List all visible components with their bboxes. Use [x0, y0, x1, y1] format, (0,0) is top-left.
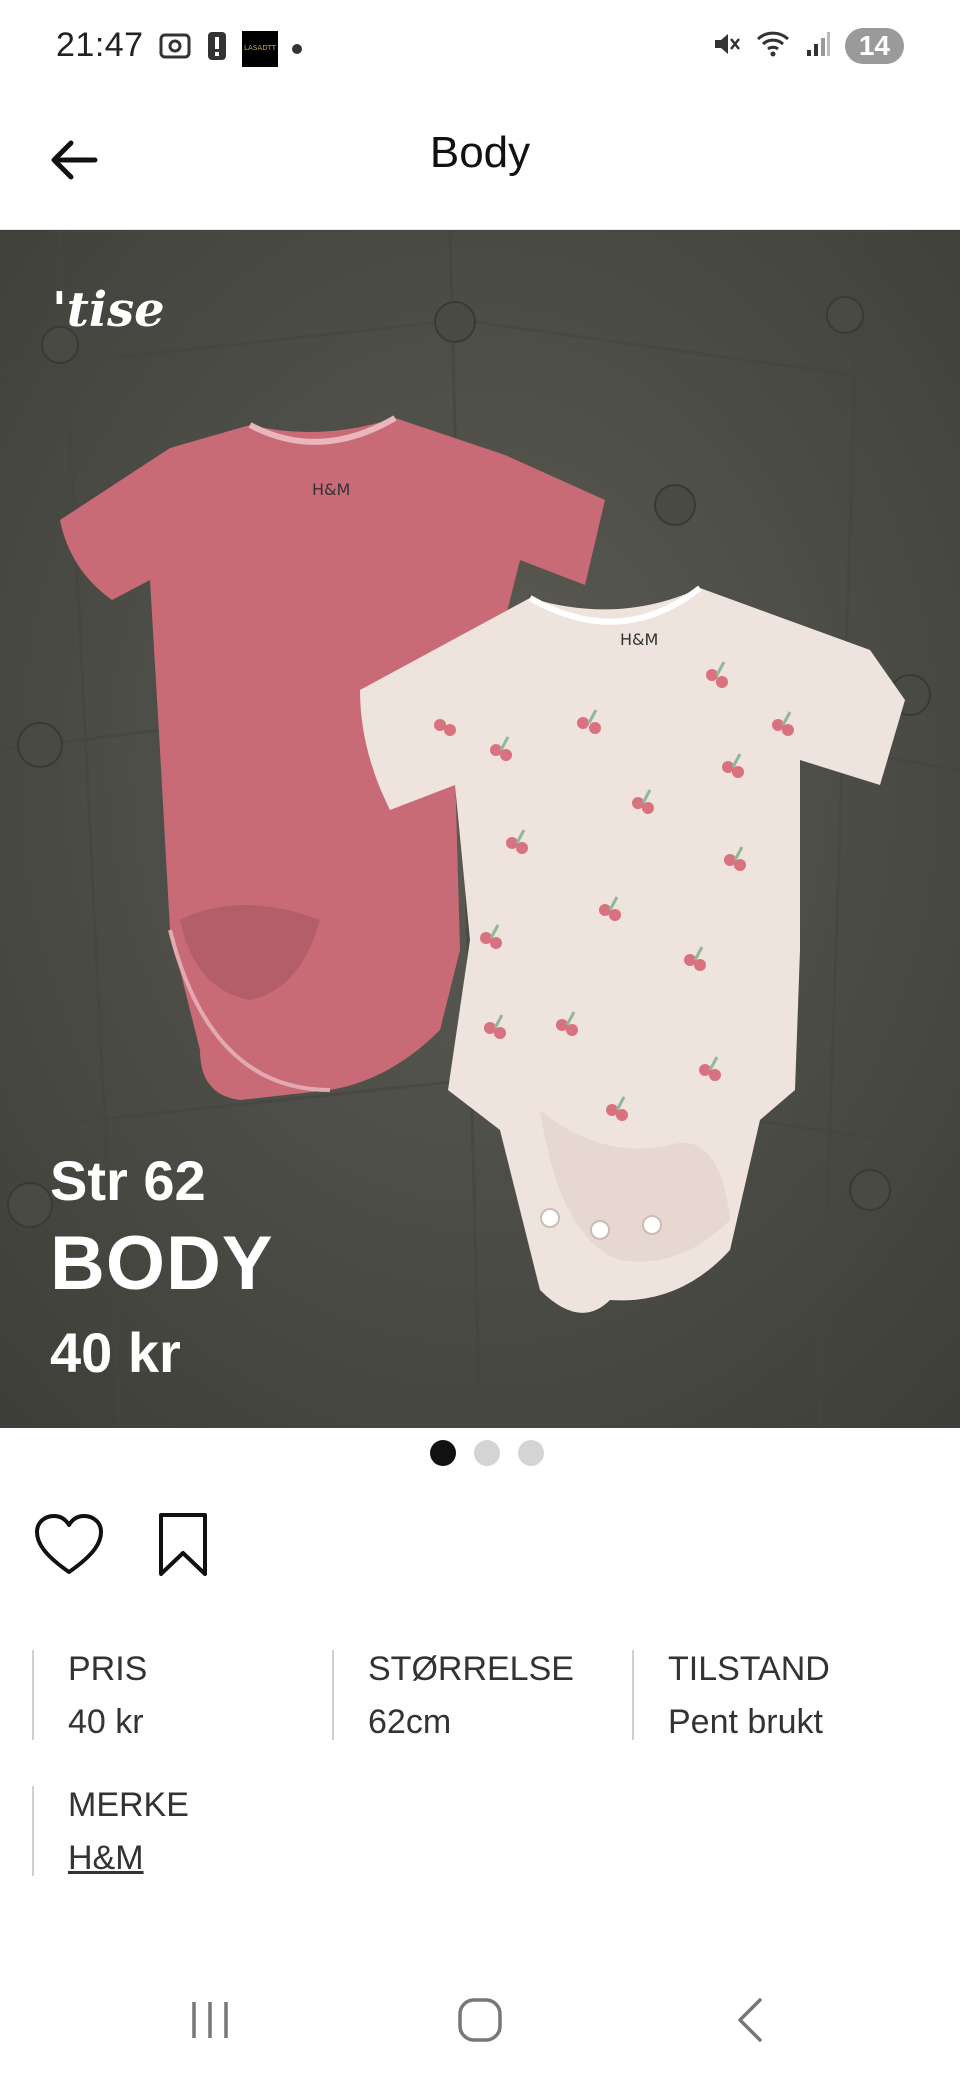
- product-attributes: PRIS 40 kr STØRRELSE 62cm TILSTAND Pent …: [32, 1650, 932, 1922]
- app-icon: LASADTT: [242, 30, 278, 67]
- attribute-value: Pent brukt: [668, 1703, 823, 1741]
- attribute-label: TILSTAND: [668, 1650, 830, 1688]
- heart-icon: [35, 1514, 103, 1574]
- status-left-icons: LASADTT: [158, 30, 302, 67]
- dot-icon: [292, 43, 302, 54]
- pager-dot[interactable]: [430, 1440, 456, 1466]
- status-right-icons: 14: [711, 28, 904, 64]
- overlay-name: BODY: [50, 1221, 274, 1306]
- bookmark-icon: [159, 1513, 207, 1576]
- wifi-icon: [755, 29, 791, 64]
- home-icon: [458, 1998, 502, 2042]
- app-bar: Body: [0, 100, 960, 230]
- recents-button[interactable]: [170, 1990, 250, 2050]
- svg-text:H&M: H&M: [620, 630, 658, 649]
- screenshot-icon: [158, 31, 192, 66]
- attribute-label: PRIS: [68, 1650, 148, 1688]
- attribute-row: MERKE H&M: [32, 1786, 932, 1878]
- attribute-label: MERKE: [68, 1786, 189, 1824]
- signal-icon: [805, 30, 831, 63]
- attribute-brand: MERKE H&M: [32, 1786, 352, 1878]
- status-time: 21:47: [56, 26, 144, 64]
- system-nav-bar: [0, 1960, 960, 2080]
- page-title: Body: [429, 128, 531, 177]
- brand-watermark: 'tise: [52, 282, 165, 338]
- status-bar: 21:47 LASADTT 14: [0, 0, 960, 100]
- attribute-value: 62cm: [368, 1703, 452, 1741]
- nav-back-button[interactable]: [710, 1990, 790, 2050]
- back-icon: [738, 1998, 762, 2042]
- action-row: [32, 1508, 220, 1582]
- attribute-condition: TILSTAND Pent brukt: [632, 1650, 932, 1741]
- recents-icon: [192, 2002, 228, 2038]
- attribute-label: STØRRELSE: [368, 1650, 574, 1688]
- pager-dot[interactable]: [474, 1440, 500, 1466]
- mute-icon: [711, 29, 741, 64]
- home-button[interactable]: [440, 1990, 520, 2050]
- brand-link[interactable]: H&M: [68, 1839, 352, 1878]
- product-image[interactable]: H&M H&M 'tise Str 62 BODY 40 kr: [0, 230, 960, 1428]
- notification-badge: 14: [844, 28, 904, 64]
- save-button[interactable]: [146, 1508, 220, 1582]
- overlay-price: 40 kr: [50, 1321, 181, 1384]
- image-pager: [0, 1440, 960, 1466]
- overlay-size: Str 62: [50, 1149, 206, 1212]
- svg-text:H&M: H&M: [312, 480, 350, 499]
- like-button[interactable]: [32, 1508, 106, 1582]
- alert-icon: [206, 30, 228, 67]
- pager-dot[interactable]: [518, 1440, 544, 1466]
- attribute-value: 40 kr: [68, 1703, 144, 1741]
- attribute-size: STØRRELSE 62cm: [332, 1650, 632, 1741]
- attribute-row: PRIS 40 kr STØRRELSE 62cm TILSTAND Pent …: [32, 1650, 932, 1741]
- attribute-price: PRIS 40 kr: [32, 1650, 332, 1741]
